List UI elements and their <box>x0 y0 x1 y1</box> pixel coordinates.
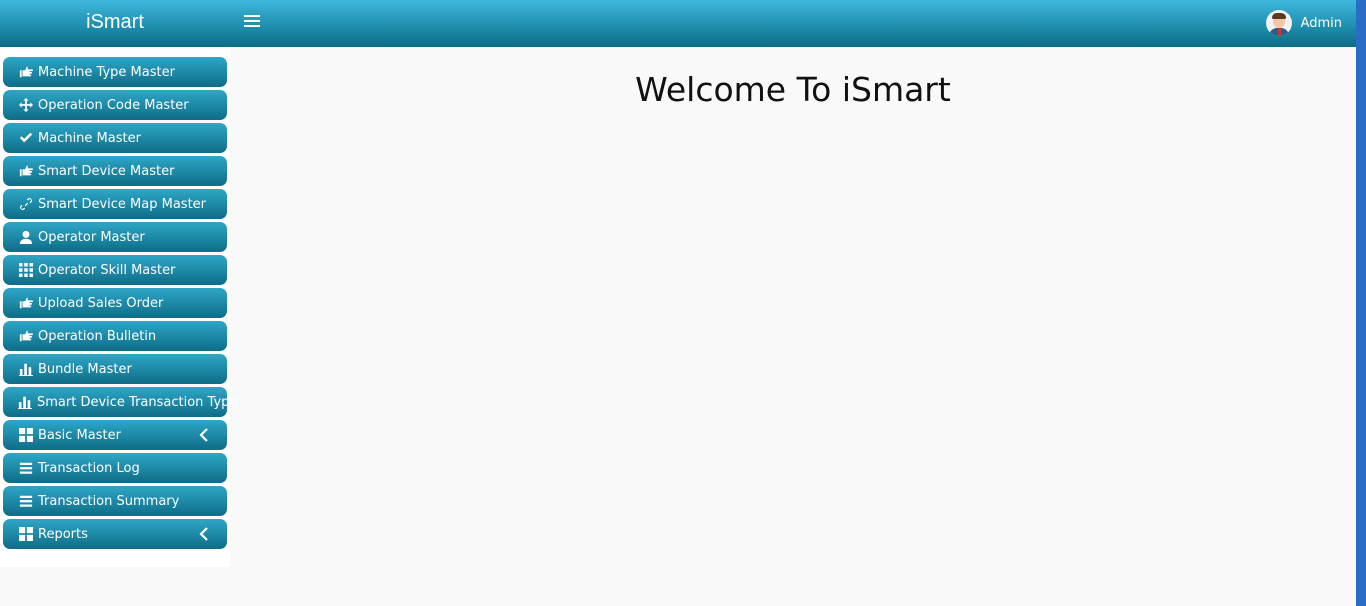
sidebar-item-label: Bundle Master <box>38 361 132 377</box>
sidebar-item-label: Basic Master <box>38 427 121 443</box>
sidebar-item-operation-bulletin[interactable]: Operation Bulletin <box>3 321 227 351</box>
hand-point-right-icon <box>18 329 33 344</box>
sidebar-item-label: Operator Master <box>38 229 145 245</box>
sidebar-item-machine-type-master[interactable]: Machine Type Master <box>3 57 227 87</box>
sidebar: Machine Type Master Operation Code Maste… <box>0 47 237 567</box>
link-icon <box>18 197 33 212</box>
hand-point-right-icon <box>18 296 33 311</box>
user-menu[interactable]: Admin <box>1265 9 1342 37</box>
sidebar-item-transaction-log[interactable]: Transaction Log <box>3 453 227 483</box>
sidebar-item-operation-code-master[interactable]: Operation Code Master <box>3 90 227 120</box>
sidebar-item-upload-sales-order[interactable]: Upload Sales Order <box>3 288 227 318</box>
sidebar-menu: Machine Type Master Operation Code Maste… <box>0 47 237 549</box>
sidebar-item-operator-master[interactable]: Operator Master <box>3 222 227 252</box>
user-icon <box>18 230 33 245</box>
sidebar-item-smart-device-map-master[interactable]: Smart Device Map Master <box>3 189 227 219</box>
user-name: Admin <box>1300 15 1342 31</box>
hand-point-right-icon <box>18 65 33 80</box>
avatar <box>1265 10 1292 36</box>
bar-chart-icon <box>18 395 32 410</box>
sidebar-item-label: Operation Bulletin <box>38 328 157 344</box>
windows-grid-icon <box>18 428 33 443</box>
sidebar-item-bundle-master[interactable]: Bundle Master <box>3 354 227 384</box>
bar-chart-icon <box>18 362 33 377</box>
sidebar-item-smart-device-transaction-type[interactable]: Smart Device Transaction Type <box>3 387 237 417</box>
chevron-left-icon[interactable] <box>198 527 210 541</box>
sidebar-item-transaction-summary[interactable]: Transaction Summary <box>3 486 227 516</box>
sidebar-item-reports[interactable]: Reports <box>3 519 227 549</box>
sidebar-item-operator-skill-master[interactable]: Operator Skill Master <box>3 255 227 285</box>
sidebar-item-label: Machine Type Master <box>38 64 175 80</box>
chevron-left-icon[interactable] <box>198 428 210 442</box>
list-icon <box>18 461 33 476</box>
sidebar-item-label: Smart Device Transaction Type <box>37 394 238 410</box>
sidebar-item-label: Operation Code Master <box>38 97 189 113</box>
list-icon <box>18 494 33 509</box>
sidebar-item-label: Smart Device Master <box>38 163 175 179</box>
sidebar-item-basic-master[interactable]: Basic Master <box>3 420 227 450</box>
menu-toggle-icon[interactable] <box>244 15 260 29</box>
sidebar-item-machine-master[interactable]: Machine Master <box>3 123 227 153</box>
sidebar-item-smart-device-master[interactable]: Smart Device Master <box>3 156 227 186</box>
checkmark-icon <box>18 131 33 146</box>
sidebar-item-label: Upload Sales Order <box>38 295 164 311</box>
window-edge <box>1356 0 1366 606</box>
sidebar-item-label: Machine Master <box>38 130 141 146</box>
hand-point-right-icon <box>18 164 33 179</box>
welcome-heading: Welcome To iSmart <box>635 70 951 109</box>
grid-icon <box>18 263 33 278</box>
move-arrows-icon <box>18 98 33 113</box>
brand-logo[interactable]: iSmart <box>0 0 230 47</box>
sidebar-item-label: Transaction Summary <box>38 493 180 509</box>
top-header: iSmart Admin <box>0 0 1356 47</box>
sidebar-item-label: Transaction Log <box>38 460 140 476</box>
sidebar-item-label: Smart Device Map Master <box>38 196 207 212</box>
windows-grid-icon <box>18 527 33 542</box>
sidebar-item-label: Operator Skill Master <box>38 262 176 278</box>
sidebar-item-label: Reports <box>38 526 88 542</box>
